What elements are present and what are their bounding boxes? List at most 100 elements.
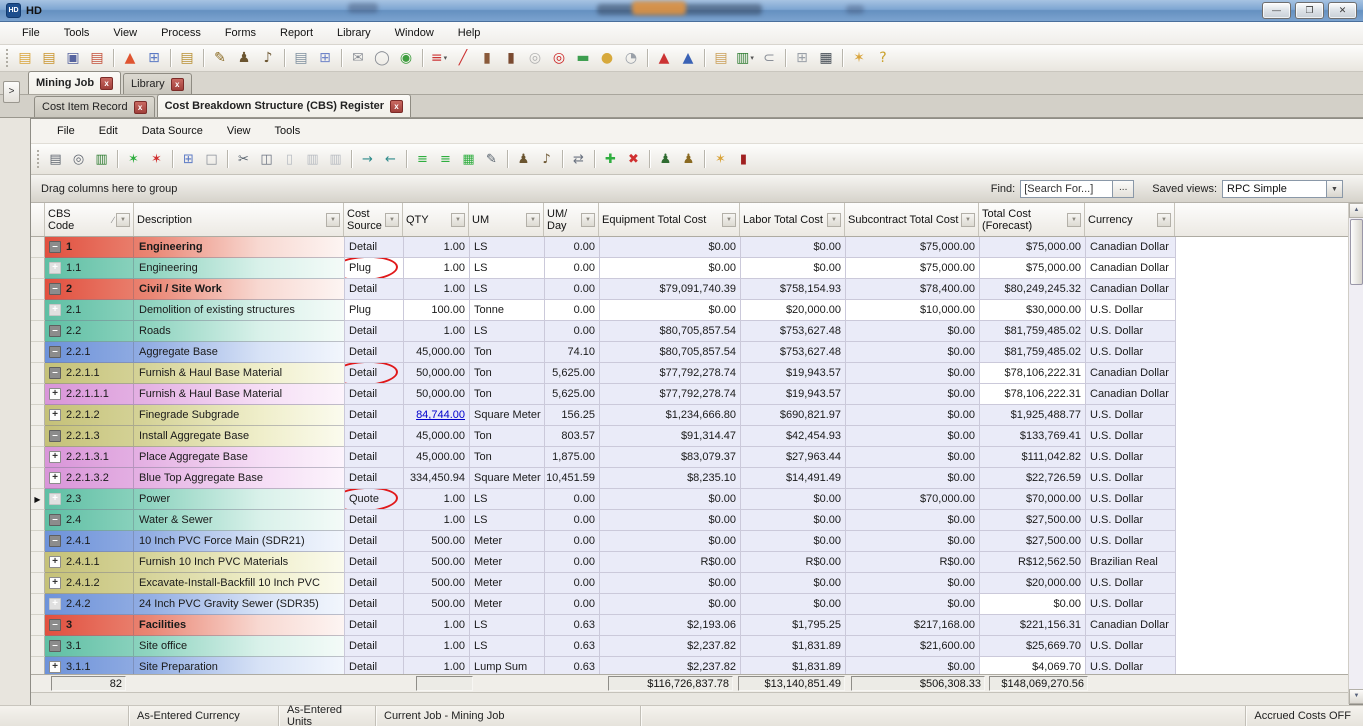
- saved-views-select[interactable]: RPC Simple: [1222, 180, 1326, 198]
- export-excel-button[interactable]: ▥: [91, 149, 112, 170]
- cell-um-per-day[interactable]: 0.00: [545, 279, 600, 300]
- add-cost-item-button[interactable]: ✶: [123, 149, 144, 170]
- cell-total-cost-forecast[interactable]: $80,249,245.32: [980, 279, 1086, 300]
- cell-cbs-code[interactable]: –2.2.1.3: [45, 426, 134, 446]
- quantity-link[interactable]: 84,744.00: [416, 409, 465, 421]
- cell-description[interactable]: Water & Sewer: [134, 510, 344, 530]
- collapse-toggle-icon[interactable]: –: [49, 283, 61, 295]
- add-window-button[interactable]: ⊞: [791, 47, 813, 69]
- cell-qty[interactable]: 500.00: [404, 594, 470, 615]
- collapse-toggle-icon[interactable]: –: [49, 619, 61, 631]
- cell-labor-total-cost[interactable]: $0.00: [741, 237, 846, 258]
- print-button[interactable]: ▤: [45, 149, 66, 170]
- cell-currency[interactable]: U.S. Dollar: [1086, 573, 1176, 594]
- cell-cbs-code[interactable]: +2.4.1.2: [45, 573, 134, 593]
- cell-qty[interactable]: 1.00: [404, 636, 470, 657]
- cell-qty[interactable]: 45,000.00: [404, 342, 470, 363]
- cleanup-button[interactable]: ✶: [848, 47, 870, 69]
- row-indicator[interactable]: [31, 237, 45, 258]
- cell-qty[interactable]: 50,000.00: [404, 363, 470, 384]
- cell-qty[interactable]: 50,000.00: [404, 384, 470, 405]
- cell-total-cost-forecast[interactable]: $111,042.82: [980, 447, 1086, 468]
- cell-cbs-code[interactable]: –2.4: [45, 510, 134, 530]
- cell-total-cost-forecast[interactable]: $70,000.00: [980, 489, 1086, 510]
- assign-resource-button[interactable]: ♟: [513, 149, 534, 170]
- row-indicator[interactable]: [31, 405, 45, 426]
- org-chart-button[interactable]: ⊞: [314, 47, 336, 69]
- collapse-toggle-icon[interactable]: –: [49, 346, 61, 358]
- cell-subcontract-total-cost[interactable]: $0.00: [846, 468, 980, 489]
- cell-cost-source[interactable]: Detail: [345, 405, 404, 426]
- vertical-scrollbar[interactable]: ▲ ▼: [1348, 203, 1363, 704]
- cell-total-cost-forecast[interactable]: R$12,562.50: [980, 552, 1086, 573]
- cell-cost-source[interactable]: Plug: [345, 300, 404, 321]
- cell-equipment-total-cost[interactable]: $0.00: [600, 489, 741, 510]
- cell-qty[interactable]: 45,000.00: [404, 426, 470, 447]
- column-header-sub[interactable]: Subcontract Total Cost▼: [845, 203, 979, 236]
- cell-subcontract-total-cost[interactable]: $0.00: [846, 363, 980, 384]
- cell-description[interactable]: Aggregate Base: [134, 342, 344, 362]
- calculator-button[interactable]: ▦: [815, 47, 837, 69]
- cell-total-cost-forecast[interactable]: $81,759,485.02: [980, 342, 1086, 363]
- cell-um[interactable]: Lump Sum: [470, 657, 545, 674]
- cell-currency[interactable]: U.S. Dollar: [1086, 594, 1176, 615]
- reorganize-button[interactable]: ⇄: [568, 149, 589, 170]
- row-indicator[interactable]: [31, 321, 45, 342]
- cell-cost-source[interactable]: Detail: [345, 363, 404, 384]
- collapse-toggle-icon[interactable]: –: [49, 430, 61, 442]
- new-page-button[interactable]: □: [201, 149, 222, 170]
- cell-labor-total-cost[interactable]: $0.00: [741, 573, 846, 594]
- gantt-sort-button[interactable]: ≡▾: [428, 47, 450, 69]
- cell-subcontract-total-cost[interactable]: $217,168.00: [846, 615, 980, 636]
- cell-cbs-code[interactable]: +3.1.1: [45, 657, 134, 674]
- cell-cost-source[interactable]: Detail: [345, 426, 404, 447]
- table-row[interactable]: –3.1Site officeDetail1.00LS0.63$2,237.82…: [31, 636, 1349, 657]
- column-header-um[interactable]: UM▼: [469, 203, 544, 236]
- cell-total-cost-forecast[interactable]: $20,000.00: [980, 573, 1086, 594]
- menu-help[interactable]: Help: [446, 24, 493, 42]
- cell-description[interactable]: Finegrade Subgrade: [134, 405, 344, 425]
- assign-resources-button[interactable]: ✎: [209, 47, 231, 69]
- cell-cost-source[interactable]: Detail: [345, 615, 404, 636]
- cell-labor-total-cost[interactable]: $690,821.97: [741, 405, 846, 426]
- cell-um-per-day[interactable]: 0.00: [545, 258, 600, 279]
- cell-qty[interactable]: 500.00: [404, 552, 470, 573]
- pyramid-schedule-button[interactable]: ▲: [677, 47, 699, 69]
- cell-cost-source[interactable]: Detail: [345, 552, 404, 573]
- cell-labor-total-cost[interactable]: $1,831.89: [741, 636, 846, 657]
- cell-equipment-total-cost[interactable]: $0.00: [600, 300, 741, 321]
- cell-labor-total-cost[interactable]: $42,454.93: [741, 426, 846, 447]
- cell-cost-source[interactable]: Detail: [345, 594, 404, 615]
- cell-um-per-day[interactable]: 0.63: [545, 615, 600, 636]
- table-row[interactable]: +2.2.1.3.1Place Aggregate BaseDetail45,0…: [31, 447, 1349, 468]
- expand-toggle-icon[interactable]: +: [49, 556, 61, 568]
- cell-um-per-day[interactable]: 0.63: [545, 657, 600, 674]
- cell-cbs-code[interactable]: +2.4.1.1: [45, 552, 134, 572]
- column-header-qty[interactable]: QTY▼: [403, 203, 469, 236]
- cell-cbs-code[interactable]: +2.1: [45, 300, 134, 320]
- cell-currency[interactable]: Canadian Dollar: [1086, 384, 1176, 405]
- cell-cost-source[interactable]: Detail: [345, 384, 404, 405]
- table-row[interactable]: +2.4.1.1Furnish 10 Inch PVC MaterialsDet…: [31, 552, 1349, 573]
- cell-equipment-total-cost[interactable]: $83,079.37: [600, 447, 741, 468]
- cell-description[interactable]: Facilities: [134, 615, 344, 635]
- cell-labor-total-cost[interactable]: $19,943.57: [741, 363, 846, 384]
- filter-icon[interactable]: ▼: [385, 213, 399, 227]
- cell-cbs-code[interactable]: +2.2.1.3.2: [45, 468, 134, 488]
- print-preview-button[interactable]: ◎: [68, 149, 89, 170]
- cell-description[interactable]: Excavate-Install-Backfill 10 Inch PVC: [134, 573, 344, 593]
- tab-mining-job[interactable]: Mining Jobx: [28, 71, 121, 94]
- scroll-down-icon[interactable]: ▼: [1349, 689, 1363, 704]
- cell-currency[interactable]: U.S. Dollar: [1086, 510, 1176, 531]
- scroll-up-icon[interactable]: ▲: [1349, 203, 1363, 218]
- row-indicator[interactable]: [31, 510, 45, 531]
- cell-qty[interactable]: 84,744.00: [404, 405, 470, 426]
- table-row[interactable]: –2.2RoadsDetail1.00LS0.00$80,705,857.54$…: [31, 321, 1349, 342]
- cell-subcontract-total-cost[interactable]: $0.00: [846, 510, 980, 531]
- cell-currency[interactable]: U.S. Dollar: [1086, 426, 1176, 447]
- notify-resource-button[interactable]: ♪: [536, 149, 557, 170]
- table-row[interactable]: –2.2.1Aggregate BaseDetail45,000.00Ton74…: [31, 342, 1349, 363]
- cell-cost-source[interactable]: Detail: [345, 447, 404, 468]
- cell-total-cost-forecast[interactable]: $75,000.00: [980, 237, 1086, 258]
- minimize-button[interactable]: —: [1262, 2, 1291, 19]
